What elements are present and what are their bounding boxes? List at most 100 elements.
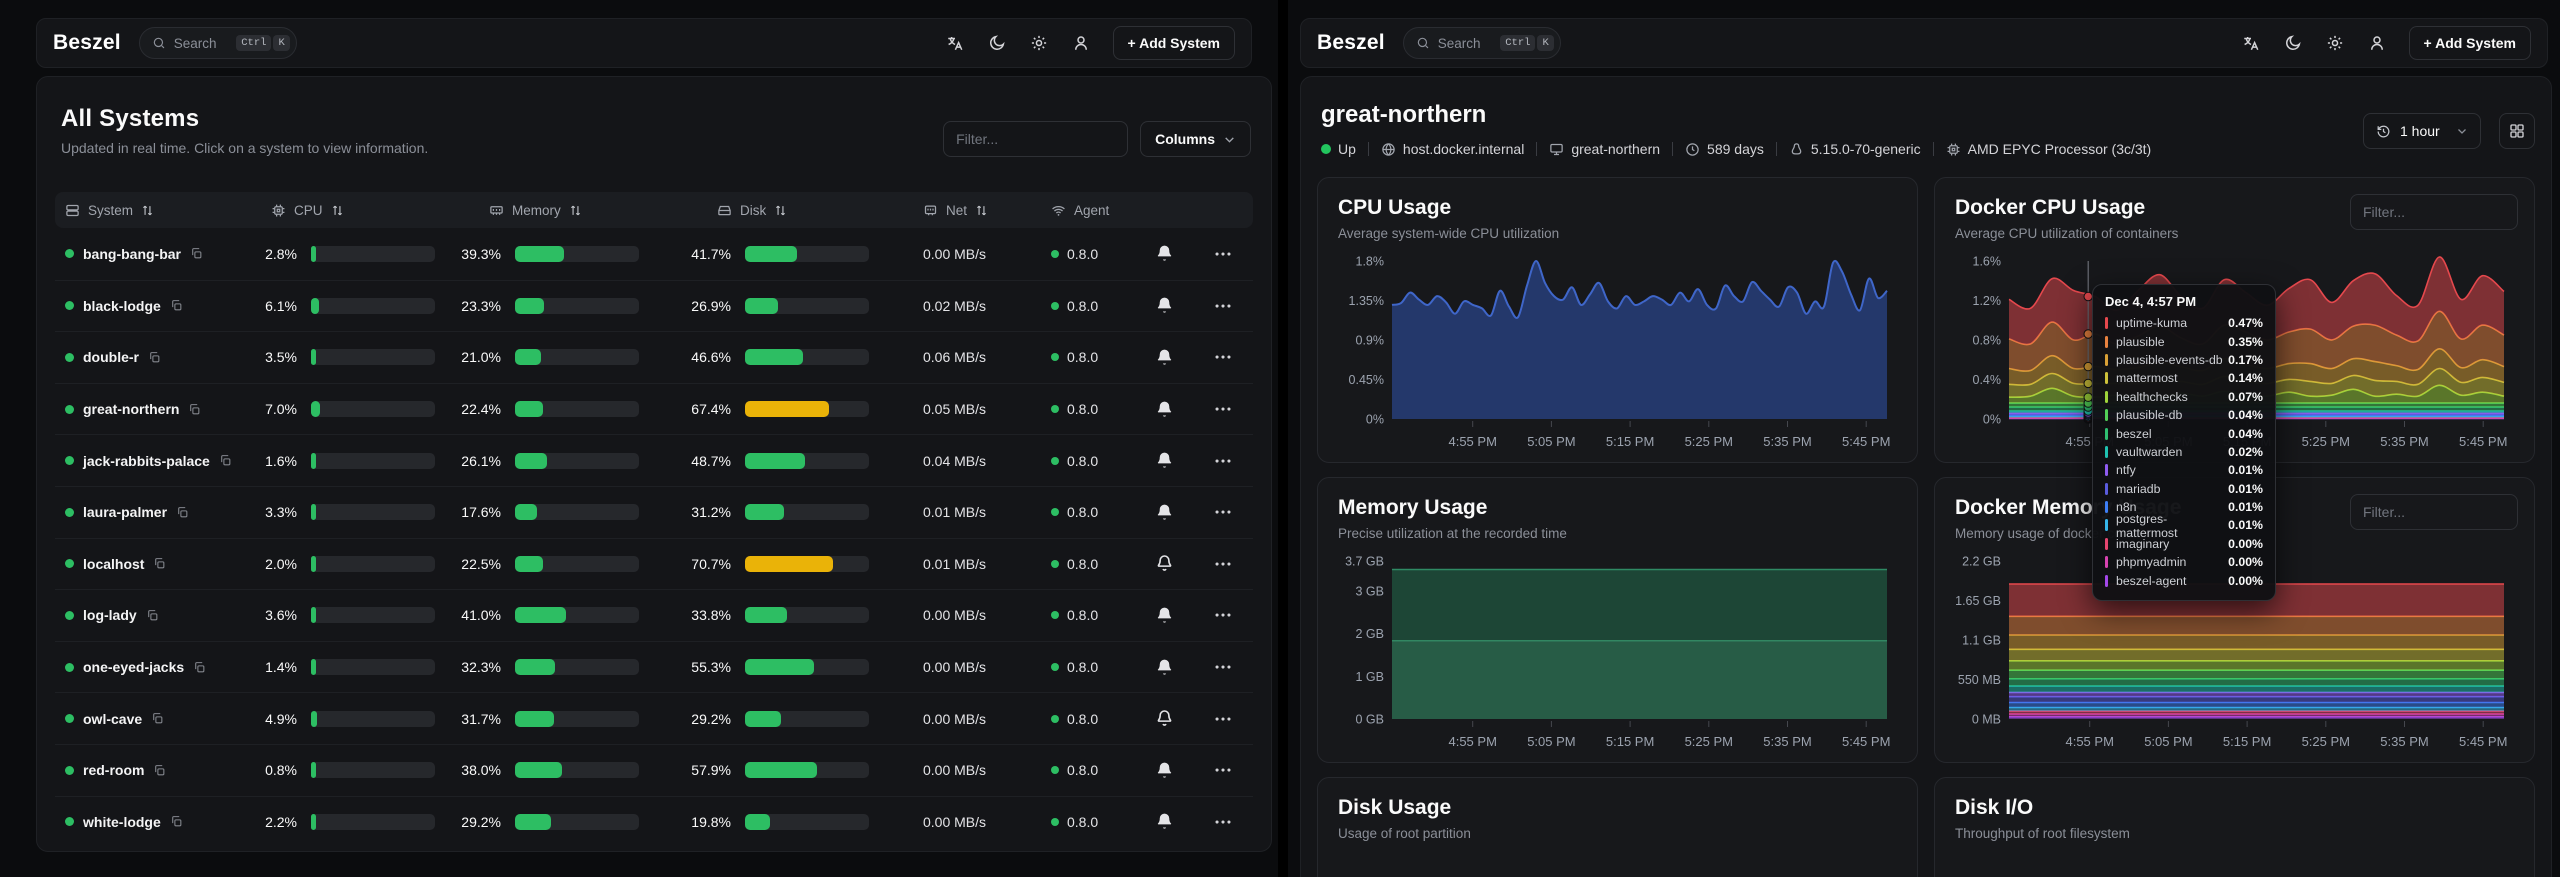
- column-header-cpu[interactable]: CPU: [247, 203, 451, 218]
- user-icon[interactable]: [2367, 33, 2387, 53]
- copy-icon[interactable]: [153, 557, 166, 570]
- bell-filled-icon[interactable]: [1139, 503, 1189, 522]
- row-menu-button[interactable]: [1189, 553, 1257, 575]
- layout-grid-button[interactable]: [2499, 113, 2535, 149]
- row-menu-button[interactable]: [1189, 501, 1257, 523]
- moon-icon[interactable]: [987, 33, 1007, 53]
- meter-fill: [311, 814, 316, 830]
- memory-cell: 32.3%: [451, 659, 681, 675]
- column-header-system[interactable]: System: [65, 203, 247, 218]
- gear-icon[interactable]: [2325, 33, 2345, 53]
- system-name-cell: one-eyed-jacks: [65, 659, 247, 675]
- svg-text:2 GB: 2 GB: [1356, 627, 1385, 641]
- table-row[interactable]: localhost2.0%22.5%70.7%0.01 MB/s0.8.0: [55, 538, 1253, 590]
- meter-fill: [311, 246, 316, 262]
- bell-filled-icon[interactable]: [1139, 451, 1189, 470]
- disk-value: 46.6%: [681, 349, 731, 365]
- table-row[interactable]: laura-palmer3.3%17.6%31.2%0.01 MB/s0.8.0: [55, 486, 1253, 538]
- row-menu-button[interactable]: [1189, 759, 1257, 781]
- table-row[interactable]: bang-bang-bar2.8%39.3%41.7%0.00 MB/s0.8.…: [55, 228, 1253, 280]
- columns-button[interactable]: Columns: [1140, 121, 1251, 157]
- tooltip-row: phpmyadmin0.00%: [2105, 553, 2263, 571]
- table-row[interactable]: jack-rabbits-palace1.6%26.1%48.7%0.04 MB…: [55, 434, 1253, 486]
- table-row[interactable]: white-lodge2.2%29.2%19.8%0.00 MB/s0.8.0: [55, 796, 1253, 848]
- add-system-button[interactable]: + Add System: [1113, 26, 1235, 60]
- row-menu-button[interactable]: [1189, 708, 1257, 730]
- search-input[interactable]: Search Ctrl K: [139, 27, 297, 59]
- ellipsis-icon: [1212, 553, 1234, 575]
- row-menu-button[interactable]: [1189, 604, 1257, 626]
- table-row[interactable]: one-eyed-jacks1.4%32.3%55.3%0.00 MB/s0.8…: [55, 641, 1253, 693]
- cpu-cell: 3.6%: [247, 607, 451, 623]
- language-icon[interactable]: [2241, 33, 2261, 53]
- row-menu-button[interactable]: [1189, 450, 1257, 472]
- meter-track: [311, 556, 435, 572]
- bell-filled-icon[interactable]: [1139, 296, 1189, 315]
- copy-icon[interactable]: [188, 403, 201, 416]
- language-icon[interactable]: [945, 33, 965, 53]
- copy-icon[interactable]: [151, 712, 164, 725]
- cpu-usage-chart[interactable]: 1.8%1.35%0.9%0.45%0%4:55 PM5:05 PM5:15 P…: [1338, 251, 1897, 456]
- time-range-select[interactable]: 1 hour: [2363, 113, 2481, 149]
- table-filter-input[interactable]: [943, 121, 1128, 157]
- bell-filled-icon[interactable]: [1139, 761, 1189, 780]
- status-dot: [65, 405, 74, 414]
- moon-icon[interactable]: [2283, 33, 2303, 53]
- app-header: Beszel Search Ctrl K + Add System: [1300, 18, 2548, 68]
- table-row[interactable]: red-room0.8%38.0%57.9%0.00 MB/s0.8.0: [55, 744, 1253, 796]
- copy-icon[interactable]: [190, 247, 203, 260]
- container-value: 0.01%: [2228, 500, 2263, 514]
- cpu-value: 7.0%: [247, 401, 297, 417]
- agent-cell: 0.8.0: [1039, 349, 1139, 365]
- cpu-value: 0.8%: [247, 762, 297, 778]
- row-menu-button[interactable]: [1189, 243, 1257, 265]
- meter-fill: [745, 556, 833, 572]
- copy-icon[interactable]: [170, 299, 183, 312]
- column-header-memory[interactable]: Memory: [451, 203, 681, 218]
- row-menu-button[interactable]: [1189, 811, 1257, 833]
- row-menu-button[interactable]: [1189, 295, 1257, 317]
- row-menu-button[interactable]: [1189, 398, 1257, 420]
- table-row[interactable]: double-r3.5%21.0%46.6%0.06 MB/s0.8.0: [55, 331, 1253, 383]
- table-row[interactable]: owl-cave4.9%31.7%29.2%0.00 MB/s0.8.0: [55, 692, 1253, 744]
- meter-fill: [515, 762, 562, 778]
- table-row[interactable]: log-lady3.6%41.0%33.8%0.00 MB/s0.8.0: [55, 589, 1253, 641]
- bell-filled-icon[interactable]: [1139, 812, 1189, 831]
- bell-outline-icon[interactable]: [1139, 554, 1189, 573]
- memory-usage-chart[interactable]: 3.7 GB3 GB2 GB1 GB0 GB4:55 PM5:05 PM5:15…: [1338, 551, 1897, 756]
- copy-icon[interactable]: [176, 506, 189, 519]
- agent-version: 0.8.0: [1067, 711, 1098, 727]
- table-row[interactable]: great-northern7.0%22.4%67.4%0.05 MB/s0.8…: [55, 383, 1253, 435]
- row-menu-button[interactable]: [1189, 656, 1257, 678]
- memory-value: 22.4%: [451, 401, 501, 417]
- status-dot: [65, 766, 74, 775]
- column-header-disk[interactable]: Disk: [681, 203, 909, 218]
- bell-filled-icon[interactable]: [1139, 400, 1189, 419]
- agent-version: 0.8.0: [1067, 814, 1098, 830]
- bell-filled-icon[interactable]: [1139, 606, 1189, 625]
- gear-icon[interactable]: [1029, 33, 1049, 53]
- system-name-cell: owl-cave: [65, 711, 247, 727]
- meter-fill: [515, 246, 564, 262]
- docker-memory-filter-input[interactable]: [2350, 494, 2518, 530]
- docker-cpu-filter-input[interactable]: [2350, 194, 2518, 230]
- bell-outline-icon[interactable]: [1139, 709, 1189, 728]
- copy-icon[interactable]: [146, 609, 159, 622]
- search-input[interactable]: Search Ctrl K: [1403, 27, 1561, 59]
- add-system-button[interactable]: + Add System: [2409, 26, 2531, 60]
- copy-icon[interactable]: [148, 351, 161, 364]
- cpu-value: 2.2%: [247, 814, 297, 830]
- copy-icon[interactable]: [219, 454, 232, 467]
- copy-icon[interactable]: [193, 661, 206, 674]
- copy-icon[interactable]: [170, 815, 183, 828]
- user-icon[interactable]: [1071, 33, 1091, 53]
- system-name-cell: red-room: [65, 762, 247, 778]
- bell-filled-icon[interactable]: [1139, 658, 1189, 677]
- table-row[interactable]: black-lodge6.1%23.3%26.9%0.02 MB/s0.8.0: [55, 280, 1253, 332]
- cpu-value: 4.9%: [247, 711, 297, 727]
- copy-icon[interactable]: [153, 764, 166, 777]
- row-menu-button[interactable]: [1189, 346, 1257, 368]
- bell-filled-icon[interactable]: [1139, 348, 1189, 367]
- column-header-net[interactable]: Net: [909, 203, 1039, 218]
- bell-filled-icon[interactable]: [1139, 244, 1189, 263]
